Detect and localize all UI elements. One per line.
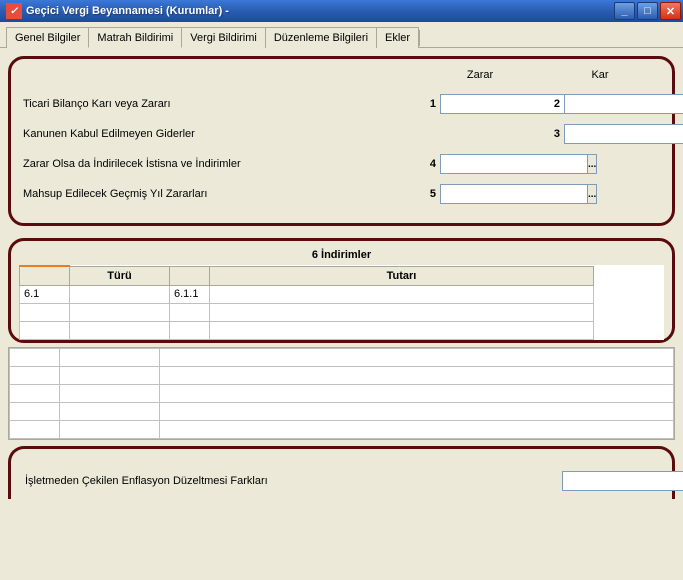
tab-ekler[interactable]: Ekler xyxy=(376,27,419,48)
input-5-zarar[interactable] xyxy=(440,184,588,204)
table-row[interactable] xyxy=(10,402,674,420)
table-row[interactable] xyxy=(20,303,664,321)
num-5: 5 xyxy=(422,188,436,200)
content-area: Zarar Kar Ticari Bilanço Karı veya Zarar… xyxy=(0,48,683,507)
col-turu: Türü xyxy=(70,266,170,285)
label-mahsup: Mahsup Edilecek Geçmiş Yıl Zararları xyxy=(23,188,422,200)
cell-turu[interactable] xyxy=(70,285,170,303)
tab-matrah-bildirimi[interactable]: Matrah Bildirimi xyxy=(88,27,182,48)
cell-6-1[interactable]: 6.1 xyxy=(20,285,70,303)
label-enflasyon: İşletmeden Çekilen Enflasyon Düzeltmesi … xyxy=(25,475,562,487)
input-enflasyon[interactable] xyxy=(562,471,683,491)
grid-indirimler[interactable]: Türü Tutarı 6.1 6.1.1 xyxy=(19,265,664,340)
table-row[interactable] xyxy=(10,384,674,402)
panel-matrah-inputs: Zarar Kar Ticari Bilanço Karı veya Zarar… xyxy=(8,56,675,226)
cell-6-1-1[interactable]: 6.1.1 xyxy=(170,285,210,303)
col-rownum xyxy=(20,266,70,285)
minimize-button[interactable]: _ xyxy=(614,2,635,20)
window-title: Geçici Vergi Beyannamesi (Kurumlar) - xyxy=(26,5,614,17)
lookup-5-zarar[interactable]: ... xyxy=(588,184,597,204)
num-2: 2 xyxy=(546,98,560,110)
input-4-zarar[interactable] xyxy=(440,154,588,174)
tab-duzenleme-bilgileri[interactable]: Düzenleme Bilgileri xyxy=(265,27,377,48)
close-button[interactable]: ✕ xyxy=(660,2,681,20)
table-row[interactable] xyxy=(10,348,674,366)
panel2-title: 6 İndirimler xyxy=(19,247,664,265)
table-row[interactable] xyxy=(10,420,674,438)
header-kar: Kar xyxy=(540,69,660,81)
panel-enflasyon: İşletmeden Çekilen Enflasyon Düzeltmesi … xyxy=(8,446,675,499)
tab-bar: Genel Bilgiler Matrah Bildirimi Vergi Bi… xyxy=(0,22,683,48)
num-3: 3 xyxy=(546,128,560,140)
row-ticari-bilanco: Ticari Bilanço Karı veya Zararı 1 ... 2 … xyxy=(23,93,660,115)
col-tutari: Tutarı xyxy=(210,266,594,285)
table-row[interactable] xyxy=(10,366,674,384)
label-zarar-olsa: Zarar Olsa da İndirilecek İstisna ve İnd… xyxy=(23,158,422,170)
row-mahsup: Mahsup Edilecek Geçmiş Yıl Zararları 5 .… xyxy=(23,183,660,205)
grid-secondary-container xyxy=(8,347,675,440)
panel-indirimler: 6 İndirimler Türü Tutarı 6.1 6.1.1 xyxy=(8,238,675,343)
row-enflasyon: İşletmeden Çekilen Enflasyon Düzeltmesi … xyxy=(25,471,658,491)
lookup-4-zarar[interactable]: ... xyxy=(588,154,597,174)
table-row[interactable] xyxy=(20,321,664,339)
tab-vergi-bildirimi[interactable]: Vergi Bildirimi xyxy=(181,27,266,48)
num-1: 1 xyxy=(422,98,436,110)
num-4: 4 xyxy=(422,158,436,170)
window-controls: _ □ ✕ xyxy=(614,2,681,20)
ellipsis-icon: ... xyxy=(588,189,596,200)
tab-genel-bilgiler[interactable]: Genel Bilgiler xyxy=(6,27,89,48)
app-icon: ✓ xyxy=(6,3,22,19)
col-sub xyxy=(170,266,210,285)
panel1-headers: Zarar Kar xyxy=(23,69,660,81)
row-zarar-olsa: Zarar Olsa da İndirilecek İstisna ve İnd… xyxy=(23,153,660,175)
tab-separator xyxy=(419,30,420,46)
label-kanunen-kabul: Kanunen Kabul Edilmeyen Giderler xyxy=(23,128,422,140)
ellipsis-icon: ... xyxy=(588,159,596,170)
input-2-kar[interactable] xyxy=(564,94,683,114)
row-kanunen-kabul: Kanunen Kabul Edilmeyen Giderler 3 ... xyxy=(23,123,660,145)
header-zarar: Zarar xyxy=(420,69,540,81)
table-row[interactable]: 6.1 6.1.1 xyxy=(20,285,664,303)
label-ticari-bilanco: Ticari Bilanço Karı veya Zararı xyxy=(23,98,422,110)
grid-secondary[interactable] xyxy=(9,348,674,439)
cell-tutar[interactable] xyxy=(210,285,594,303)
titlebar: ✓ Geçici Vergi Beyannamesi (Kurumlar) - … xyxy=(0,0,683,22)
maximize-button[interactable]: □ xyxy=(637,2,658,20)
input-3-kar[interactable] xyxy=(564,124,683,144)
